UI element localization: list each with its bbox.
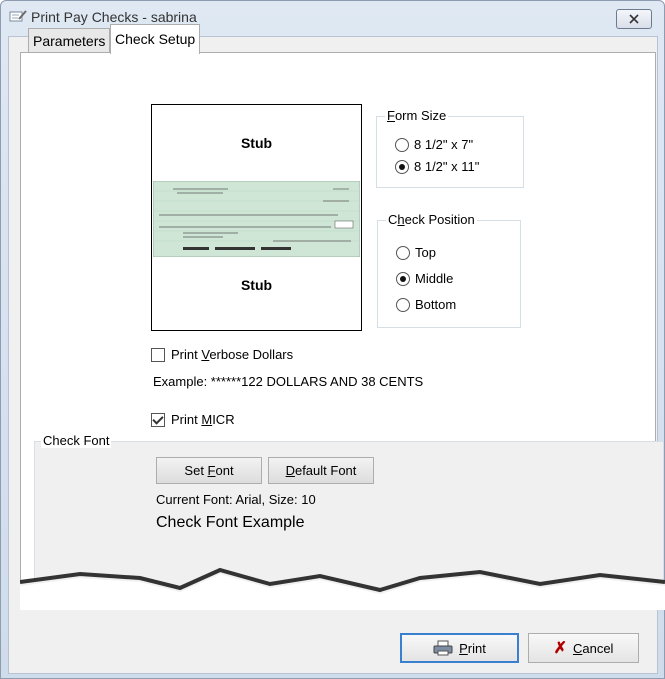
checkbox-label: Print Verbose Dollars xyxy=(171,347,294,362)
form-size-option-7[interactable]: 8 1/2" x 7" xyxy=(395,137,473,152)
radio-label: Top xyxy=(415,245,436,260)
current-font-text: Current Font: Arial, Size: 10 xyxy=(156,492,316,507)
print-label: Print xyxy=(459,640,486,656)
print-verbose-dollars-checkbox[interactable]: Print Verbose Dollars xyxy=(151,347,293,362)
check-position-legend: Check Position xyxy=(386,212,477,227)
checkbox[interactable] xyxy=(151,347,165,362)
default-font-button[interactable]: Default Font xyxy=(268,457,374,484)
set-font-button[interactable]: Set Font xyxy=(156,457,262,484)
radio-button[interactable] xyxy=(396,271,410,286)
set-font-label: Set Font xyxy=(184,463,234,478)
check-position-middle[interactable]: Middle xyxy=(396,271,453,286)
checkbox-label: Print MICR xyxy=(171,412,235,427)
radio-button[interactable] xyxy=(396,297,410,312)
form-size-group: Form Size 8 1/2" x 7" 8 1/2" x 11" xyxy=(376,108,524,188)
cancel-label: Cancel xyxy=(572,640,614,656)
check-position-bottom[interactable]: Bottom xyxy=(396,297,456,312)
check-font-example: Check Font Example xyxy=(156,514,305,531)
radio-label: 8 1/2" x 11" xyxy=(414,159,480,174)
check-layout-preview: Stub Stub xyxy=(151,104,362,331)
cancel-x-icon: ✗ xyxy=(553,640,567,657)
bottom-stub-label: Stub xyxy=(240,277,273,293)
verbose-example-text: Example: ******122 DOLLARS AND 38 CENTS xyxy=(153,374,424,389)
tab-label: Parameters xyxy=(33,33,106,49)
print-micr-checkbox[interactable]: Print MICR xyxy=(151,412,235,427)
printer-icon xyxy=(433,640,453,656)
form-size-legend: Form Size xyxy=(385,108,449,123)
close-icon xyxy=(629,14,639,24)
close-button[interactable] xyxy=(616,9,652,29)
radio-label: 8 1/2" x 7" xyxy=(414,137,474,152)
form-size-option-11[interactable]: 8 1/2" x 11" xyxy=(395,159,479,174)
radio-label: Bottom xyxy=(415,297,457,312)
tab-label: Check Setup xyxy=(115,31,196,47)
check-position-group: Check Position Top Middle Bottom xyxy=(377,212,521,328)
print-button[interactable]: Print xyxy=(400,633,519,663)
edit-document-icon xyxy=(9,10,27,22)
radio-button[interactable] xyxy=(396,245,410,260)
radio-button[interactable] xyxy=(395,137,409,152)
torn-edge-graphic xyxy=(20,567,665,610)
top-stub-label: Stub xyxy=(240,135,273,151)
radio-button[interactable] xyxy=(395,159,409,174)
check-position-top[interactable]: Top xyxy=(396,245,436,260)
window-title: Print Pay Checks - sabrina xyxy=(31,9,197,25)
tab-check-setup[interactable]: Check Setup xyxy=(110,24,201,54)
tab-parameters[interactable]: Parameters xyxy=(28,28,111,52)
checkbox[interactable] xyxy=(151,412,165,427)
title-bar: Print Pay Checks - sabrina xyxy=(1,1,664,31)
radio-label: Middle xyxy=(415,271,454,286)
cancel-button[interactable]: ✗ Cancel xyxy=(528,633,639,663)
default-font-label: Default Font xyxy=(285,463,357,478)
check-image xyxy=(153,181,360,257)
check-font-legend: Check Font xyxy=(41,433,112,448)
